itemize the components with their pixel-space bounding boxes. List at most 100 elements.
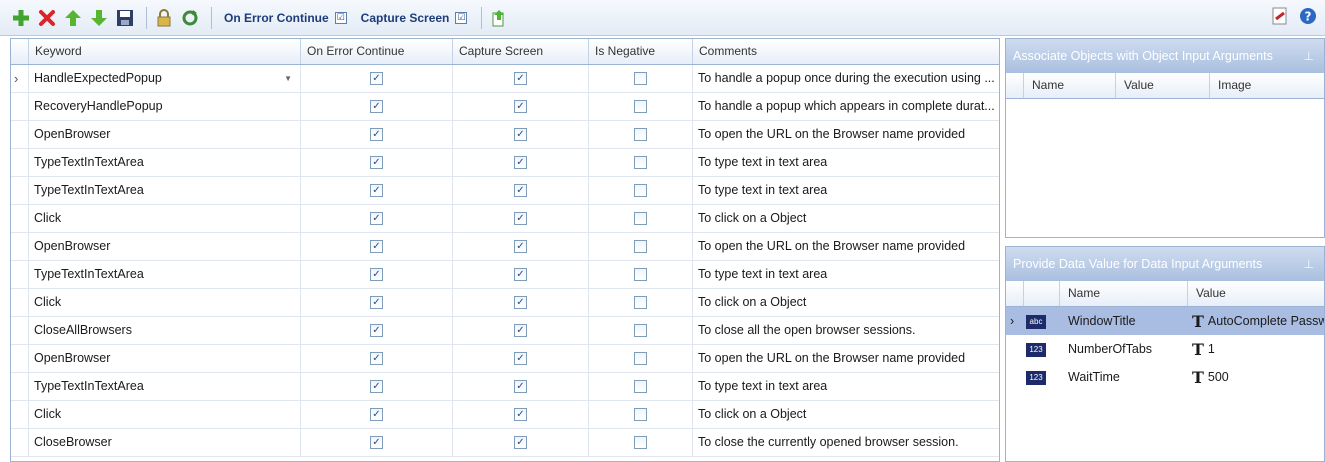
on-error-continue-checkbox[interactable]: ✓	[370, 184, 383, 198]
keyword-cell[interactable]: HandleExpectedPopup ▼	[29, 65, 301, 92]
is-negative-checkbox[interactable]	[634, 100, 647, 114]
comment-cell[interactable]: To type text in text area	[693, 261, 999, 288]
capture-screen-checkbox[interactable]: ☑	[455, 11, 468, 24]
keyword-cell[interactable]: Click	[29, 289, 301, 316]
on-error-continue-checkbox[interactable]: ✓	[370, 156, 383, 170]
keyword-cell[interactable]: TypeTextInTextArea	[29, 149, 301, 176]
keyword-cell[interactable]: TypeTextInTextArea	[29, 373, 301, 400]
is-negative-checkbox[interactable]	[634, 352, 647, 366]
is-negative-checkbox[interactable]	[634, 72, 647, 86]
column-header-value[interactable]: Value	[1116, 73, 1210, 98]
is-negative-checkbox[interactable]	[634, 436, 647, 450]
column-header-is-negative[interactable]: Is Negative	[589, 39, 693, 64]
is-negative-checkbox[interactable]	[634, 324, 647, 338]
is-negative-checkbox[interactable]	[634, 408, 647, 422]
comment-cell[interactable]: To open the URL on the Browser name prov…	[693, 233, 999, 260]
is-negative-checkbox[interactable]	[634, 184, 647, 198]
table-row[interactable]: Click ✓ ✓ To click on a Object	[11, 289, 999, 317]
keyword-cell[interactable]: Click	[29, 205, 301, 232]
table-row[interactable]: CloseBrowser ✓ ✓ To close the currently ope…	[11, 429, 999, 457]
table-row[interactable]: TypeTextInTextArea ✓ ✓ To type text in text…	[11, 149, 999, 177]
table-row[interactable]: OpenBrowser ✓ ✓ To open the URL on the Brow…	[11, 345, 999, 373]
on-error-continue-checkbox[interactable]: ✓	[370, 436, 383, 450]
comment-cell[interactable]: To handle a popup which appears in compl…	[693, 93, 999, 120]
data-argument-row[interactable]: 123 NumberOfTabs T 1	[1006, 335, 1324, 363]
table-row[interactable]: TypeTextInTextArea ✓ ✓ To type text in text…	[11, 373, 999, 401]
table-row[interactable]: OpenBrowser ✓ ✓ To open the URL on the Brow…	[11, 233, 999, 261]
comment-cell[interactable]: To open the URL on the Browser name prov…	[693, 345, 999, 372]
move-up-icon[interactable]	[62, 7, 84, 29]
column-header-on-error-continue[interactable]: On Error Continue	[301, 39, 453, 64]
is-negative-checkbox[interactable]	[634, 156, 647, 170]
capture-screen-checkbox[interactable]: ✓	[514, 156, 527, 170]
column-header-comments[interactable]: Comments	[693, 39, 999, 64]
comment-cell[interactable]: To type text in text area	[693, 177, 999, 204]
keyword-cell[interactable]: RecoveryHandlePopup	[29, 93, 301, 120]
comment-cell[interactable]: To click on a Object	[693, 205, 999, 232]
on-error-continue-checkbox[interactable]: ✓	[370, 324, 383, 338]
is-negative-checkbox[interactable]	[634, 380, 647, 394]
argument-value-cell[interactable]: T AutoComplete Passw	[1188, 307, 1324, 335]
is-negative-checkbox[interactable]	[634, 240, 647, 254]
comment-cell[interactable]: To click on a Object	[693, 289, 999, 316]
capture-screen-checkbox[interactable]: ✓	[514, 184, 527, 198]
capture-screen-checkbox[interactable]: ✓	[514, 240, 527, 254]
table-row[interactable]: CloseAllBrowsers ✓ ✓ To close all the open …	[11, 317, 999, 345]
refresh-icon[interactable]	[179, 7, 201, 29]
on-error-continue-checkbox[interactable]: ✓	[370, 72, 383, 86]
pdf-icon[interactable]	[1271, 7, 1289, 28]
is-negative-checkbox[interactable]	[634, 212, 647, 226]
on-error-continue-checkbox[interactable]: ✓	[370, 100, 383, 114]
capture-screen-checkbox[interactable]: ✓	[514, 324, 527, 338]
move-down-icon[interactable]	[88, 7, 110, 29]
comment-cell[interactable]: To type text in text area	[693, 149, 999, 176]
column-header-capture-screen[interactable]: Capture Screen	[453, 39, 589, 64]
table-row[interactable]: TypeTextInTextArea ✓ ✓ To type text in text…	[11, 261, 999, 289]
on-error-continue-checkbox[interactable]: ✓	[370, 380, 383, 394]
on-error-continue-checkbox[interactable]: ☑	[334, 11, 347, 24]
capture-screen-checkbox[interactable]: ✓	[514, 408, 527, 422]
keyword-cell[interactable]: CloseAllBrowsers	[29, 317, 301, 344]
table-row[interactable]: RecoveryHandlePopup ✓ ✓ To handle a popup w…	[11, 93, 999, 121]
on-error-continue-checkbox[interactable]: ✓	[370, 212, 383, 226]
keyword-cell[interactable]: TypeTextInTextArea	[29, 177, 301, 204]
comment-cell[interactable]: To type text in text area	[693, 373, 999, 400]
argument-value-cell[interactable]: T1	[1188, 335, 1324, 363]
help-icon[interactable]: ?	[1299, 7, 1317, 28]
capture-screen-checkbox[interactable]: ✓	[514, 352, 527, 366]
comment-cell[interactable]: To handle a popup once during the execut…	[693, 65, 999, 92]
table-row[interactable]: OpenBrowser ✓ ✓ To open the URL on the Brow…	[11, 121, 999, 149]
column-header-image[interactable]: Image	[1210, 73, 1324, 98]
dropdown-arrow-icon[interactable]: ▼	[284, 65, 292, 92]
column-header-name[interactable]: Name	[1024, 73, 1116, 98]
keyword-cell[interactable]: OpenBrowser	[29, 121, 301, 148]
data-argument-row[interactable]: 123 WaitTime T 500	[1006, 363, 1324, 391]
keyword-cell[interactable]: CloseBrowser	[29, 429, 301, 456]
capture-screen-checkbox[interactable]: ✓	[514, 212, 527, 226]
comment-cell[interactable]: To click on a Object	[693, 401, 999, 428]
pin-icon[interactable]: ⊥	[1304, 39, 1314, 73]
save-icon[interactable]	[114, 7, 136, 29]
keyword-cell[interactable]: OpenBrowser	[29, 233, 301, 260]
keyword-cell[interactable]: Click	[29, 401, 301, 428]
on-error-continue-checkbox[interactable]: ✓	[370, 408, 383, 422]
keyword-cell[interactable]: TypeTextInTextArea	[29, 261, 301, 288]
export-icon[interactable]	[488, 7, 510, 29]
capture-screen-checkbox[interactable]: ✓	[514, 436, 527, 450]
table-row[interactable]: Click ✓ ✓ To click on a Object	[11, 401, 999, 429]
capture-screen-checkbox[interactable]: ✓	[514, 72, 527, 86]
pin-icon[interactable]: ⊥	[1304, 247, 1314, 281]
keyword-cell[interactable]: OpenBrowser	[29, 345, 301, 372]
capture-screen-checkbox[interactable]: ✓	[514, 380, 527, 394]
capture-screen-checkbox[interactable]: ✓	[514, 268, 527, 282]
is-negative-checkbox[interactable]	[634, 296, 647, 310]
on-error-continue-checkbox[interactable]: ✓	[370, 296, 383, 310]
column-header-keyword[interactable]: Keyword	[29, 39, 301, 64]
on-error-continue-checkbox[interactable]: ✓	[370, 128, 383, 142]
table-row[interactable]: TypeTextInTextArea ✓ ✓ To type text in text…	[11, 177, 999, 205]
is-negative-checkbox[interactable]	[634, 128, 647, 142]
on-error-continue-checkbox[interactable]: ✓	[370, 352, 383, 366]
is-negative-checkbox[interactable]	[634, 268, 647, 282]
add-icon[interactable]	[10, 7, 32, 29]
data-argument-row[interactable]: › abc WindowTitle T AutoComplete Passw	[1006, 307, 1324, 335]
